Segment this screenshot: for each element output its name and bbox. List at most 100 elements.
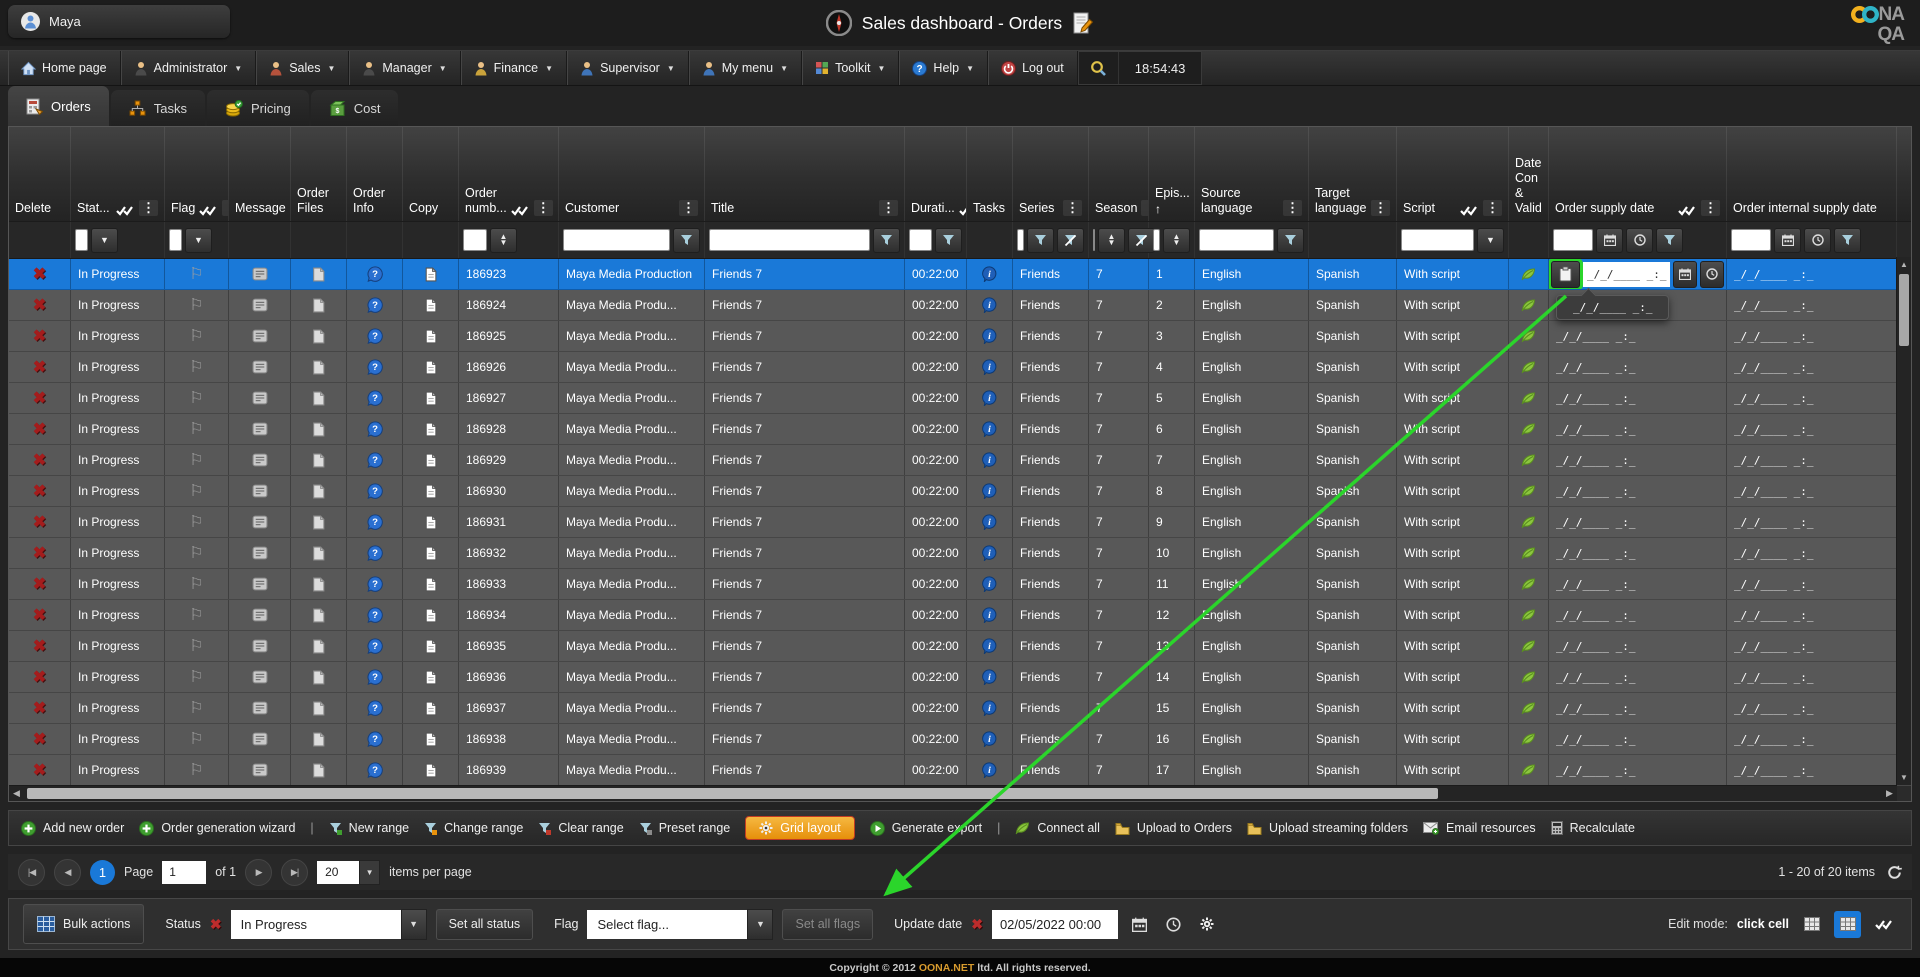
cell-customer[interactable]: Maya Media Produ... <box>559 538 705 568</box>
toolbar-button-upload-streaming-folders[interactable]: Upload streaming folders <box>1247 821 1408 835</box>
cell-flag[interactable]: ⚐ <box>165 569 229 599</box>
cell-customer[interactable]: Maya Media Produ... <box>559 414 705 444</box>
cell-order_files[interactable] <box>291 507 347 537</box>
cell-tasks[interactable]: i <box>967 383 1013 413</box>
cell-copy[interactable] <box>403 321 459 351</box>
filter-input[interactable] <box>75 229 88 251</box>
cell-order_info[interactable]: ? <box>347 321 403 351</box>
double-check-icon[interactable] <box>116 205 133 216</box>
cell-customer[interactable]: Maya Media Produ... <box>559 445 705 475</box>
cell-customer[interactable]: Maya Media Produ... <box>559 383 705 413</box>
delete-icon[interactable]: ✖ <box>33 388 46 408</box>
clear-status-icon[interactable]: ✖ <box>210 916 222 933</box>
cell-title[interactable]: Friends 7 <box>705 507 905 537</box>
cell-tasks[interactable]: i <box>967 693 1013 723</box>
cell-order_supply_date[interactable]: _/_/____ _:_ <box>1549 445 1727 475</box>
cell-source_language[interactable]: English <box>1195 538 1309 568</box>
last-page-button[interactable]: ▶| <box>281 859 308 886</box>
cell-tasks[interactable]: i <box>967 321 1013 351</box>
cell-message[interactable] <box>229 755 291 785</box>
cell-episode[interactable]: 17 <box>1149 755 1195 785</box>
cell-episode[interactable]: 2 <box>1149 290 1195 320</box>
cell-message[interactable] <box>229 724 291 754</box>
filter-funnel-icon[interactable] <box>1834 228 1861 253</box>
cell-duration[interactable]: 00:22:00 <box>905 476 967 506</box>
cell-message[interactable] <box>229 693 291 723</box>
cell-status[interactable]: In Progress <box>71 538 165 568</box>
double-check-icon[interactable] <box>511 205 528 216</box>
cell-order_info[interactable]: ? <box>347 414 403 444</box>
cell-episode[interactable]: 10 <box>1149 538 1195 568</box>
cell-series[interactable]: Friends <box>1013 259 1089 289</box>
cell-series[interactable]: Friends <box>1013 383 1089 413</box>
cell-series[interactable]: Friends <box>1013 755 1089 785</box>
cell-series[interactable]: Friends <box>1013 414 1089 444</box>
cell-tasks[interactable]: i <box>967 290 1013 320</box>
cell-series[interactable]: Friends <box>1013 290 1089 320</box>
cell-order_number[interactable]: 186937 <box>459 693 559 723</box>
cell-message[interactable] <box>229 414 291 444</box>
column-header-duration[interactable]: Durati...⋮ <box>905 127 967 221</box>
filter-input[interactable] <box>1199 229 1274 251</box>
cell-order_number[interactable]: 186935 <box>459 631 559 661</box>
cell-order_number[interactable]: 186933 <box>459 569 559 599</box>
menu-item-toolkit[interactable]: Toolkit▼ <box>802 51 899 85</box>
column-header-order_number[interactable]: Order numb...⋮ <box>459 127 559 221</box>
toolbar-button-new-range[interactable]: New range <box>329 821 409 835</box>
cell-customer[interactable]: Maya Media Produ... <box>559 507 705 537</box>
cell-delete[interactable]: ✖ <box>9 321 71 351</box>
cell-order_info[interactable]: ? <box>347 476 403 506</box>
cell-target_language[interactable]: Spanish <box>1309 476 1397 506</box>
cell-episode[interactable]: 5 <box>1149 383 1195 413</box>
cell-target_language[interactable]: Spanish <box>1309 662 1397 692</box>
delete-icon[interactable]: ✖ <box>33 264 46 284</box>
flag-icon[interactable]: ⚐ <box>189 698 203 718</box>
cell-date_valid[interactable] <box>1509 259 1549 289</box>
cell-delete[interactable]: ✖ <box>9 693 71 723</box>
cell-tasks[interactable]: i <box>967 352 1013 382</box>
cell-copy[interactable] <box>403 755 459 785</box>
cell-order_number[interactable]: 186934 <box>459 600 559 630</box>
cell-date_valid[interactable] <box>1509 569 1549 599</box>
cell-status[interactable]: In Progress <box>71 383 165 413</box>
cell-script[interactable]: With script <box>1397 662 1509 692</box>
table-row[interactable]: ✖In Progress⚐?186928Maya Media Produ...F… <box>9 414 1911 445</box>
cell-copy[interactable] <box>403 600 459 630</box>
delete-icon[interactable]: ✖ <box>33 357 46 377</box>
cell-customer[interactable]: Maya Media Produ... <box>559 569 705 599</box>
cell-copy[interactable] <box>403 259 459 289</box>
cell-date_valid[interactable] <box>1509 321 1549 351</box>
cell-message[interactable] <box>229 383 291 413</box>
cell-episode[interactable]: 7 <box>1149 445 1195 475</box>
cell-tasks[interactable]: i <box>967 631 1013 661</box>
cell-source_language[interactable]: English <box>1195 445 1309 475</box>
cell-delete[interactable]: ✖ <box>9 507 71 537</box>
cell-customer[interactable]: Maya Media Production <box>559 259 705 289</box>
scroll-down-icon[interactable]: ▼ <box>1897 770 1911 785</box>
cell-title[interactable]: Friends 7 <box>705 631 905 661</box>
column-header-flag[interactable]: Flag⋮ <box>165 127 229 221</box>
cell-tasks[interactable]: i <box>967 507 1013 537</box>
filter-dropdown-icon[interactable]: ▼ <box>185 228 212 253</box>
cell-order_internal_supply_date[interactable]: _/_/____ _:_ <box>1727 693 1897 723</box>
cell-source_language[interactable]: English <box>1195 631 1309 661</box>
clock-icon[interactable] <box>1626 228 1653 253</box>
cell-title[interactable]: Friends 7 <box>705 569 905 599</box>
flag-icon[interactable]: ⚐ <box>189 419 203 439</box>
delete-icon[interactable]: ✖ <box>33 636 46 656</box>
cell-date_valid[interactable] <box>1509 445 1549 475</box>
column-header-copy[interactable]: Copy <box>403 127 459 221</box>
cell-order_internal_supply_date[interactable]: _/_/____ _:_ <box>1727 383 1897 413</box>
tab-tasks[interactable]: Tasks <box>111 90 205 126</box>
filter-input[interactable] <box>1553 229 1593 251</box>
numeric-spinner[interactable]: ▲▼ <box>1098 228 1125 253</box>
cell-season[interactable]: 7 <box>1089 631 1149 661</box>
cell-copy[interactable] <box>403 445 459 475</box>
cell-duration[interactable]: 00:22:00 <box>905 600 967 630</box>
cell-target_language[interactable]: Spanish <box>1309 755 1397 785</box>
table-row[interactable]: ✖In Progress⚐?186927Maya Media Produ...F… <box>9 383 1911 414</box>
column-header-season[interactable]: Season⋮ <box>1089 127 1149 221</box>
cell-duration[interactable]: 00:22:00 <box>905 383 967 413</box>
cell-season[interactable]: 7 <box>1089 662 1149 692</box>
cell-delete[interactable]: ✖ <box>9 414 71 444</box>
